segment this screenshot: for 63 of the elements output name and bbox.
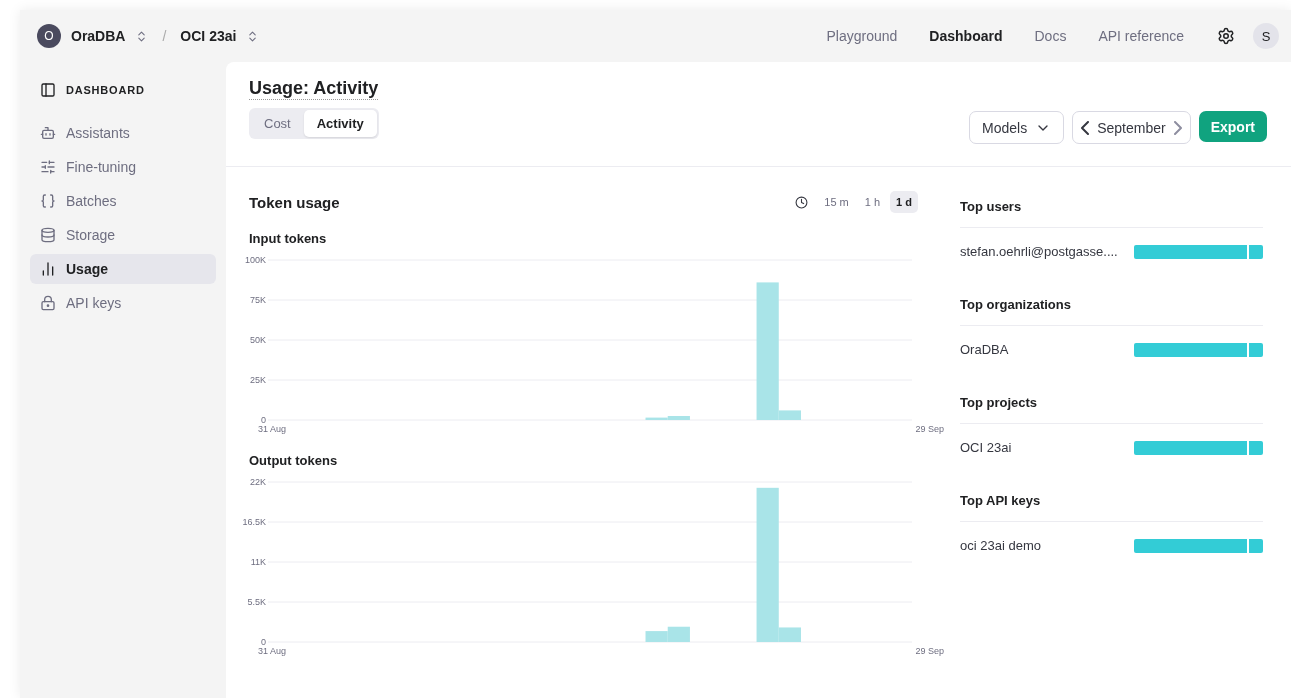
axis-label: 75K: [250, 295, 266, 305]
org-name[interactable]: OraDBA: [71, 28, 126, 44]
tab[interactable]: Cost: [251, 110, 304, 137]
chevron-right-icon: [1173, 120, 1182, 135]
list-title: Top API keys: [960, 493, 1263, 522]
nav-link[interactable]: Dashboard: [929, 28, 1003, 44]
range-button[interactable]: 15 m: [818, 191, 855, 213]
section-title: Token usage: [249, 193, 340, 211]
braces-icon: [40, 193, 56, 209]
settings-icon[interactable]: [1217, 27, 1235, 45]
chart-title: Output tokens: [249, 453, 339, 468]
breadcrumb-separator: /: [162, 28, 167, 44]
axis-label: 29 Sep: [915, 646, 944, 657]
user-avatar[interactable]: S: [1253, 23, 1279, 49]
axis-label: 11K: [250, 557, 266, 567]
axis-label: 100K: [244, 255, 266, 265]
database-icon: [40, 227, 56, 243]
sidebar-title: DASHBOARD: [66, 84, 145, 96]
list-title: Top organizations: [960, 297, 1263, 326]
axis-label: 5.5K: [247, 597, 266, 607]
range-button[interactable]: 1 h: [858, 191, 887, 213]
range-button[interactable]: 1 d: [890, 191, 918, 213]
next-button[interactable]: [1173, 120, 1182, 135]
export-button[interactable]: Export: [1198, 111, 1267, 142]
list-label: OCI 23ai: [960, 440, 1012, 455]
chart-title: Input tokens: [249, 231, 328, 246]
nav-link[interactable]: Docs: [1034, 28, 1067, 44]
axis-label: 22K: [250, 477, 266, 487]
nav-link[interactable]: API reference: [1098, 28, 1184, 44]
org-avatar[interactable]: O: [37, 24, 61, 48]
previous-button[interactable]: [1081, 120, 1090, 135]
list-label: stefan.oehrli@postgasse....: [960, 244, 1118, 259]
bar-chart-icon: [40, 261, 56, 277]
axis-label: 25K: [250, 375, 266, 385]
sliders-icon: [40, 159, 56, 175]
lock-icon: [40, 295, 56, 311]
sidebar-item[interactable]: Assistants: [30, 118, 216, 148]
sidebar-item[interactable]: Storage: [30, 220, 216, 250]
axis-label: 16.5K: [242, 517, 266, 527]
axis-label: 0: [261, 415, 266, 424]
axis-label: 0: [261, 637, 266, 646]
axis-label: 31 Aug: [258, 646, 287, 657]
list-title: Top projects: [960, 395, 1263, 424]
sidebar-item[interactable]: Fine-tuning: [30, 152, 216, 182]
month-label: September: [1097, 119, 1166, 136]
page-title: Usage: Activity: [249, 78, 379, 100]
project-name[interactable]: OCI 23ai: [180, 28, 237, 44]
robot-icon: [40, 125, 56, 141]
chevron-left-icon: [1081, 120, 1090, 135]
models-dropdown[interactable]: Models: [969, 111, 1065, 144]
tab[interactable]: Activity: [303, 110, 377, 137]
sidebar-item[interactable]: API keys: [30, 288, 216, 318]
sidebar-item[interactable]: Usage: [30, 254, 216, 284]
panel-icon: [40, 82, 56, 98]
list-label: OraDBA: [960, 342, 1009, 357]
sidebar-item[interactable]: Batches: [30, 186, 216, 216]
axis-label: 29 Sep: [915, 424, 944, 435]
axis-label: 31 Aug: [258, 424, 287, 435]
nav-link[interactable]: Playground: [826, 28, 898, 44]
axis-label: 50K: [250, 335, 266, 345]
list-label: oci 23ai demo: [960, 538, 1041, 553]
clock-icon: [795, 195, 809, 209]
list-title: Top users: [960, 199, 1263, 228]
